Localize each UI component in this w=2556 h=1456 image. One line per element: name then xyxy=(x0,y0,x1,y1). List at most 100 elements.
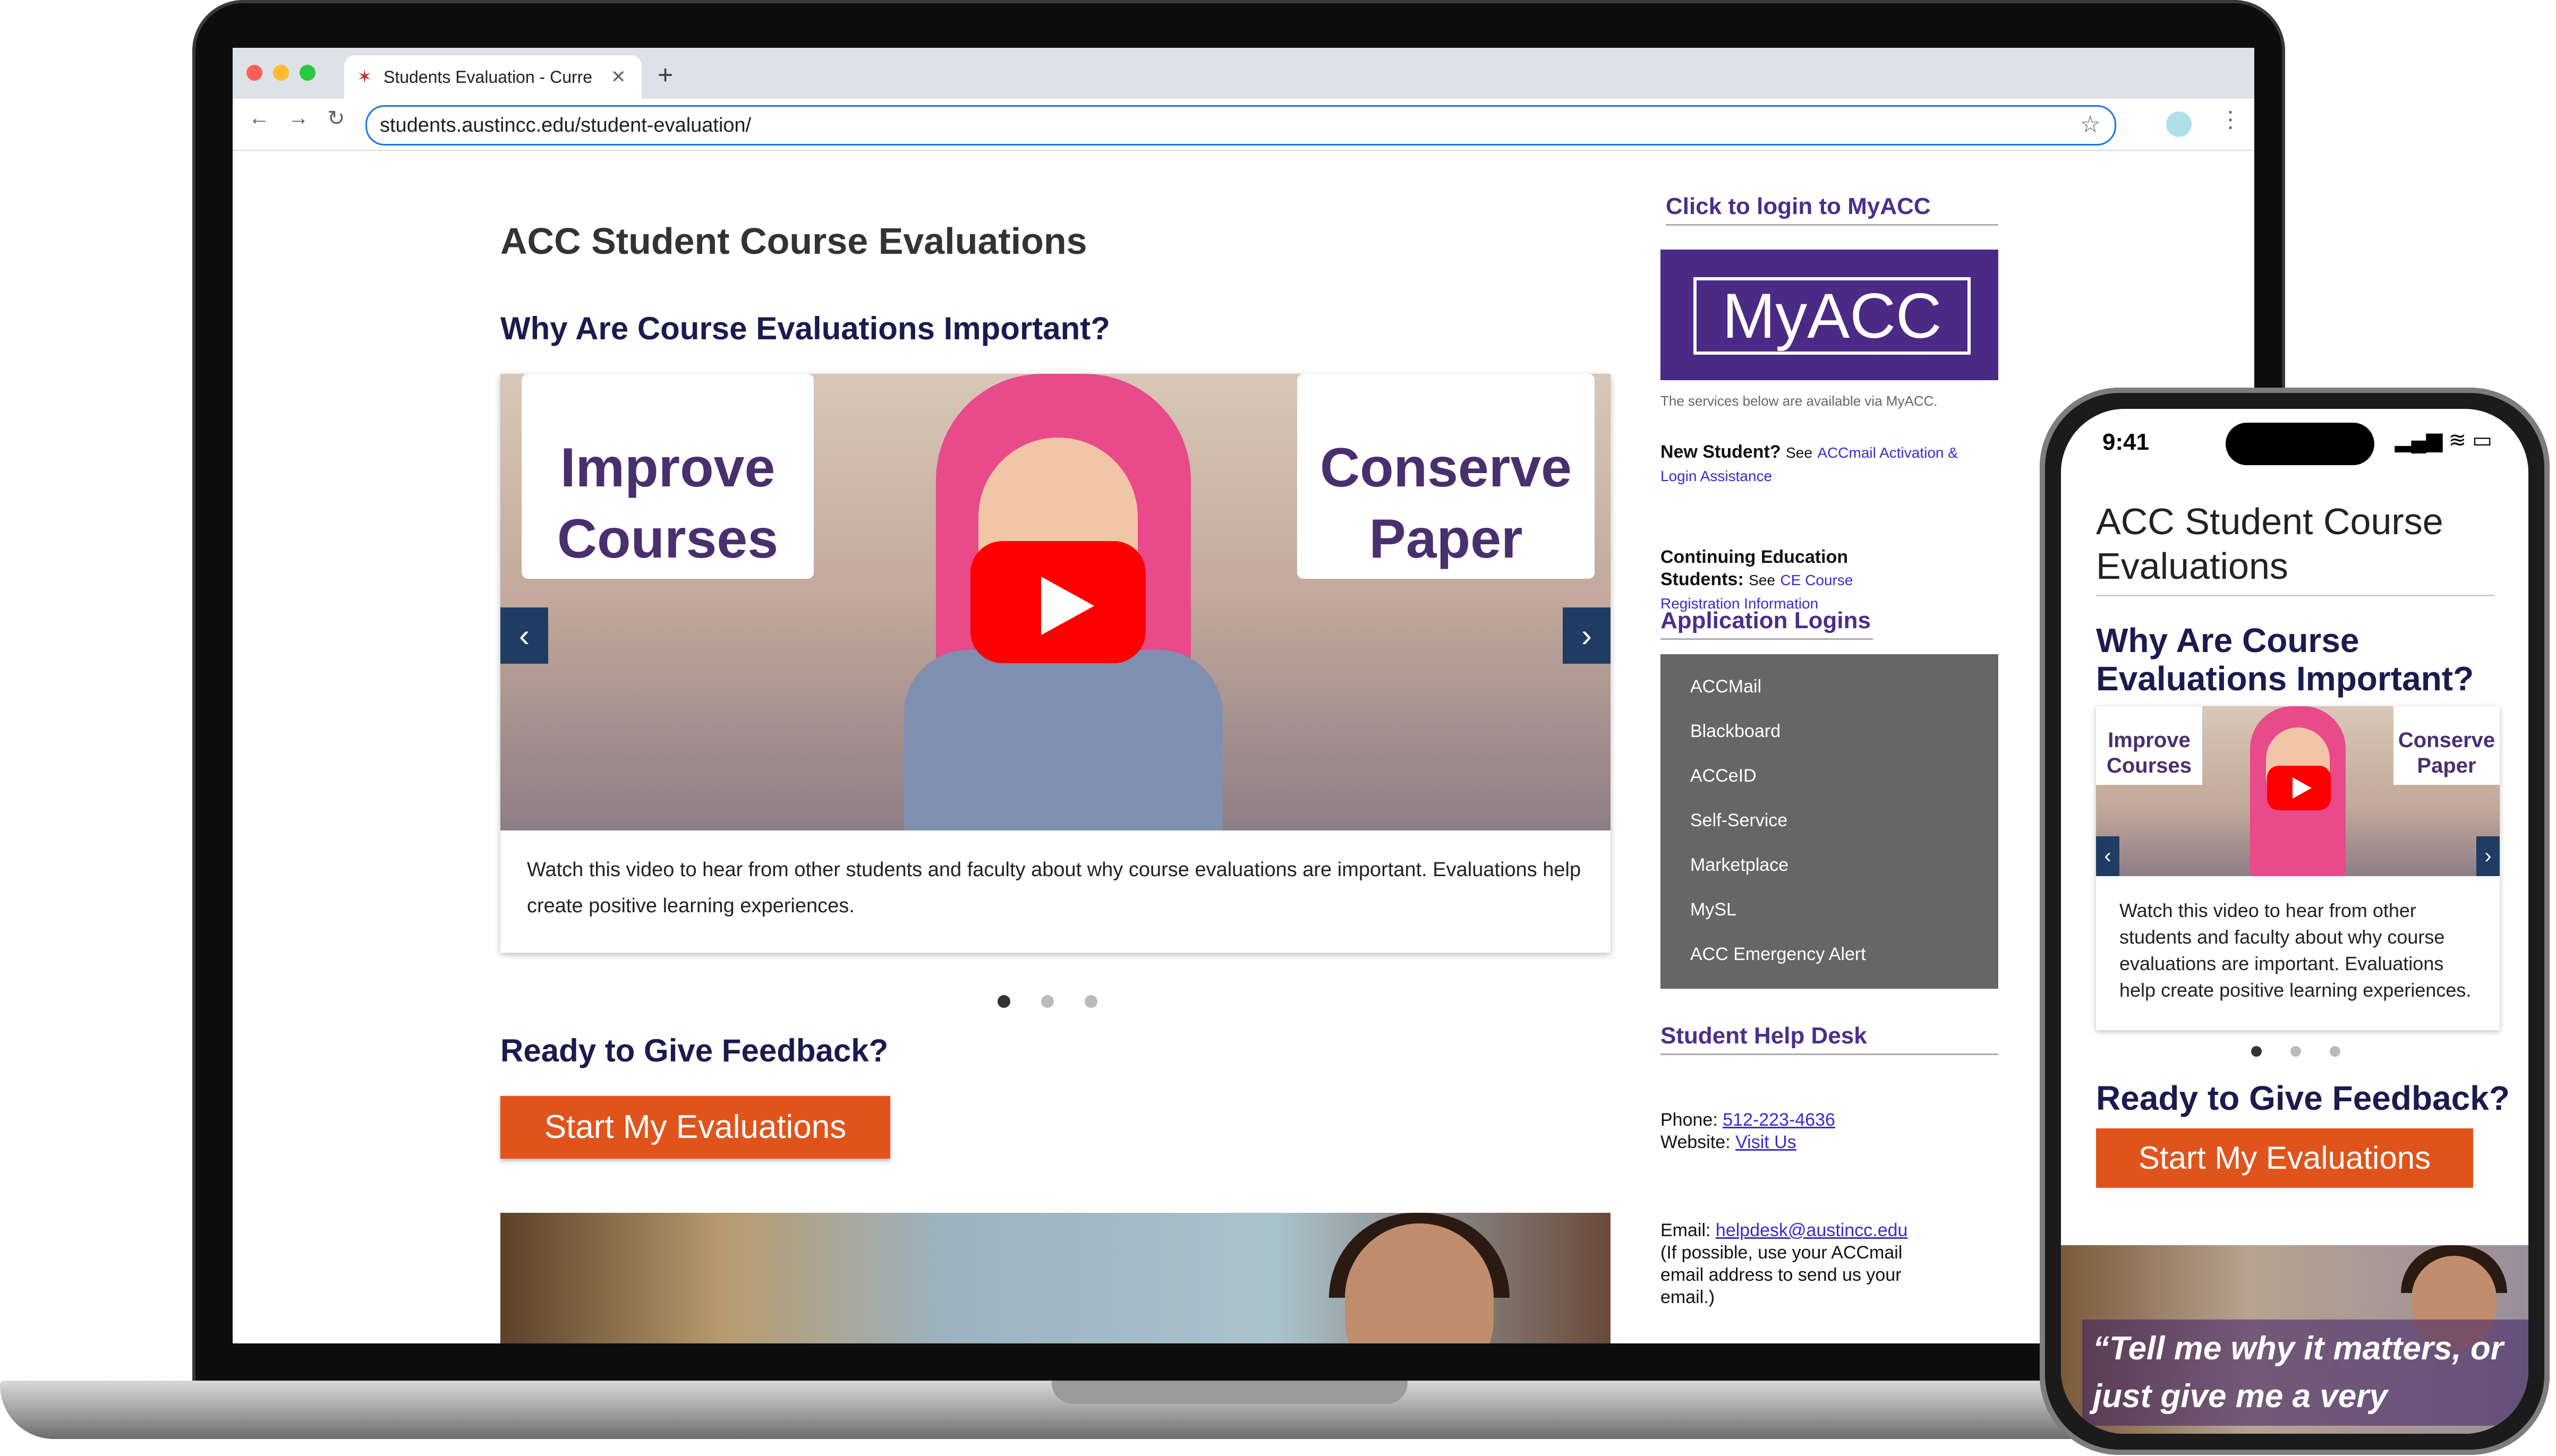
app-logins-heading: Application Logins xyxy=(1660,607,1873,640)
carousel-prev-button[interactable]: ‹ xyxy=(500,607,548,664)
phone-card-right-line2: Paper xyxy=(2417,754,2476,777)
phone-screen: 9:41 ▂▄▆ ≋ ▭ ACC Student Course Evaluati… xyxy=(2061,409,2528,1434)
app-link-accmail[interactable]: ACCMail xyxy=(1690,676,1761,697)
carousel-next-button[interactable]: › xyxy=(1563,607,1611,664)
new-student-see: See xyxy=(1786,444,1812,461)
maximize-window-button[interactable] xyxy=(300,65,316,81)
app-logins-list: ACCMail Blackboard ACCeID Self-Service M… xyxy=(1660,654,1998,989)
phone-carousel-next-button[interactable]: › xyxy=(2476,836,2500,876)
start-evaluations-button[interactable]: Start My Evaluations xyxy=(500,1096,890,1159)
card-right-line1: Conserve xyxy=(1320,437,1572,499)
phone-why-heading: Why Are Course Evaluations Important? xyxy=(2096,621,2474,698)
phone-link[interactable]: 512-223-4636 xyxy=(1723,1110,1835,1130)
services-note: The services below are available via MyA… xyxy=(1660,393,1938,409)
phone-page-title: ACC Student Course Evaluations xyxy=(2096,501,2443,587)
phone-video-thumbnail[interactable]: Improve Courses Conserve Paper ‹ › xyxy=(2096,706,2500,876)
help-desk-heading: Student Help Desk xyxy=(1660,1023,1998,1055)
carousel-dot-3[interactable] xyxy=(1085,995,1097,1008)
ce-block: Continuing Education Students: See CE Co… xyxy=(1660,546,1915,615)
video-carousel: Improve Courses Conserve Paper ‹ › Watch… xyxy=(500,374,1611,953)
phone-feedback-heading: Ready to Give Feedback? xyxy=(2096,1079,2510,1117)
acc-favicon-icon: ✶ xyxy=(357,67,372,87)
myacc-logo-text: MyACC xyxy=(1693,277,1971,355)
wifi-icon: ≋ xyxy=(2448,429,2467,452)
phone-card-right-line1: Conserve xyxy=(2398,729,2495,752)
url-text: students.austincc.edu/student-evaluation… xyxy=(380,114,752,136)
laptop-notch xyxy=(1052,1381,1408,1404)
status-icons: ▂▄▆ ≋ ▭ xyxy=(2395,428,2492,452)
phone-carousel-dot-3[interactable] xyxy=(2330,1046,2340,1057)
phone-card-left-line2: Courses xyxy=(2106,754,2192,777)
person-shirt xyxy=(904,650,1223,830)
email-link[interactable]: helpdesk@austincc.edu xyxy=(1716,1220,1908,1240)
new-tab-button[interactable]: + xyxy=(658,59,673,90)
improve-courses-card: Improve Courses xyxy=(522,374,814,579)
student-photo xyxy=(500,1213,1611,1343)
back-arrow-icon[interactable]: ← xyxy=(249,106,270,130)
minimize-window-button[interactable] xyxy=(273,65,289,81)
phone-play-icon xyxy=(2293,777,2312,799)
video-caption: Watch this video to hear from other stud… xyxy=(527,859,1581,917)
new-student-label: New Student? xyxy=(1660,442,1781,462)
video-thumbnail[interactable]: Improve Courses Conserve Paper ‹ › xyxy=(500,374,1611,830)
app-link-acceid[interactable]: ACCeID xyxy=(1690,766,1757,786)
page-title: ACC Student Course Evaluations xyxy=(500,220,1087,262)
login-heading[interactable]: Click to login to MyACC xyxy=(1666,193,1998,226)
phone-video-carousel: Improve Courses Conserve Paper ‹ › Watch… xyxy=(2096,706,2500,1030)
card-left-line1: Improve xyxy=(560,437,776,499)
phone-carousel-prev-button[interactable]: ‹ xyxy=(2096,836,2119,876)
app-link-self-service[interactable]: Self-Service xyxy=(1690,810,1787,831)
help-phone: Phone: 512-223-4636 xyxy=(1660,1109,1835,1131)
reload-icon[interactable]: ↻ xyxy=(327,106,345,131)
bookmark-star-icon[interactable]: ☆ xyxy=(2080,111,2101,138)
app-link-marketplace[interactable]: Marketplace xyxy=(1690,855,1788,876)
profile-avatar[interactable] xyxy=(2166,112,2192,137)
laptop-screen: ✶ Students Evaluation - Curre ✕ + ← → ↻ … xyxy=(233,48,2254,1343)
forward-arrow-icon[interactable]: → xyxy=(288,106,309,130)
why-heading: Why Are Course Evaluations Important? xyxy=(500,311,1110,346)
browser-toolbar: ← → ↻ students.austincc.edu/student-eval… xyxy=(233,99,2254,151)
signal-icon: ▂▄▆ xyxy=(2395,429,2443,452)
battery-icon: ▭ xyxy=(2472,429,2492,452)
more-menu-icon[interactable]: ⋮ xyxy=(2219,106,2242,132)
app-link-emergency-alert[interactable]: ACC Emergency Alert xyxy=(1690,944,1866,965)
app-link-mysl[interactable]: MySL xyxy=(1690,900,1736,920)
title-divider xyxy=(2096,595,2494,596)
browser-tab[interactable]: ✶ Students Evaluation - Curre ✕ xyxy=(344,55,642,99)
phone-student-photo: “Tell me why it matters, or just give me… xyxy=(2061,1245,2528,1434)
conserve-paper-card: Conserve Paper xyxy=(1297,374,1595,579)
feedback-heading: Ready to Give Feedback? xyxy=(500,1033,889,1068)
tab-title: Students Evaluation - Curre xyxy=(384,67,593,87)
email-label: Email: xyxy=(1660,1220,1711,1240)
visit-us-link[interactable]: Visit Us xyxy=(1735,1132,1796,1152)
app-link-blackboard[interactable]: Blackboard xyxy=(1690,721,1780,742)
help-website: Website: Visit Us xyxy=(1660,1131,1796,1153)
tab-close-icon[interactable]: ✕ xyxy=(611,66,626,88)
phone-improve-card: Improve Courses xyxy=(2096,706,2202,785)
phone-conserve-card: Conserve Paper xyxy=(2393,706,2500,785)
card-left-line2: Courses xyxy=(557,508,779,570)
card-right-line2: Paper xyxy=(1369,508,1523,570)
ce-see: See xyxy=(1749,572,1776,588)
page-content: ACC Student Course Evaluations Why Are C… xyxy=(233,151,2254,1343)
play-icon xyxy=(1041,577,1094,635)
carousel-dot-2[interactable] xyxy=(1041,995,1054,1008)
phone-start-evaluations-button[interactable]: Start My Evaluations xyxy=(2096,1128,2473,1188)
phone-quote-text: “Tell me why it matters, or just give me… xyxy=(2082,1320,2528,1426)
carousel-dot-1[interactable] xyxy=(998,995,1010,1008)
myacc-logo[interactable]: MyACC xyxy=(1660,250,1998,380)
phone-video-caption: Watch this video to hear from other stud… xyxy=(2119,900,2472,1001)
dynamic-island xyxy=(2226,423,2374,465)
new-student-block: New Student? See ACCmail Activation & Lo… xyxy=(1660,441,1979,487)
browser-tabbar: ✶ Students Evaluation - Curre ✕ + xyxy=(233,48,2254,99)
help-email: Email: helpdesk@austincc.edu xyxy=(1660,1219,1907,1241)
phone-time: 9:41 xyxy=(2102,429,2150,455)
phone-carousel-dot-1[interactable] xyxy=(2251,1046,2262,1057)
close-window-button[interactable] xyxy=(246,65,262,81)
phone-card-left-line1: Improve xyxy=(2108,729,2191,752)
email-note: (If possible, use your ACCmail email add… xyxy=(1660,1243,1903,1307)
phone-carousel-dot-2[interactable] xyxy=(2290,1046,2301,1057)
phone-label: Phone: xyxy=(1660,1110,1718,1130)
address-bar[interactable]: students.austincc.edu/student-evaluation… xyxy=(365,105,2116,145)
website-label: Website: xyxy=(1660,1132,1731,1152)
